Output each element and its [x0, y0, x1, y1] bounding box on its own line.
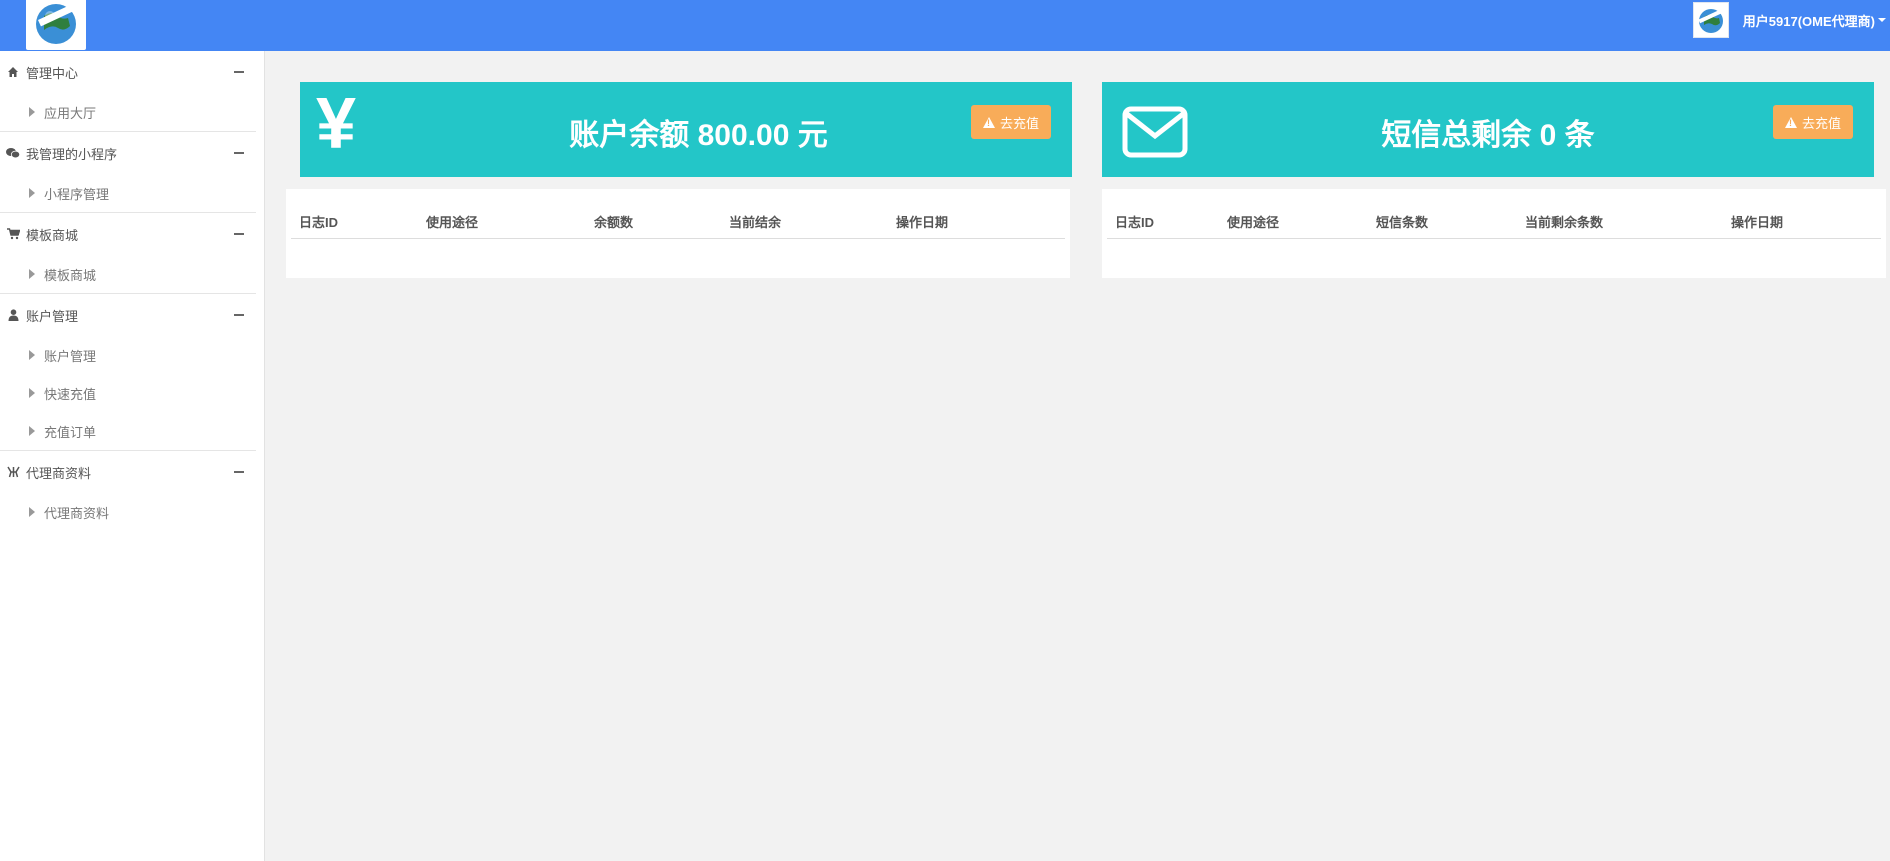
- sidebar-item-agent-profile[interactable]: 代理商资料: [0, 493, 256, 531]
- sidebar-group-template-store: 模板商城 模板商城: [0, 213, 256, 294]
- caret-right-icon: [29, 188, 35, 198]
- wechat-icon: [6, 146, 20, 160]
- column-header[interactable]: 使用途径: [1227, 212, 1376, 231]
- sidebar-group-miniprogram: 我管理的小程序 小程序管理: [0, 132, 256, 213]
- recharge-button-label: 去充值: [999, 115, 1039, 131]
- balance-log-table: 日志ID 使用途径 余额数 当前结余 操作日期: [286, 189, 1070, 278]
- user-icon: [6, 308, 20, 322]
- home-icon: [6, 65, 20, 79]
- sidebar-group-account: 账户管理 账户管理 快速充值 充值订单: [0, 294, 256, 451]
- cart-icon: [6, 227, 20, 241]
- sidebar-group-admin: 管理中心 应用大厅: [0, 51, 256, 132]
- globe-logo-icon: [36, 4, 76, 44]
- caret-right-icon: [29, 388, 35, 398]
- caret-right-icon: [29, 350, 35, 360]
- sidebar-group-header-account[interactable]: 账户管理: [0, 294, 256, 336]
- column-header[interactable]: 操作日期: [1731, 212, 1871, 231]
- avatar: [1692, 2, 1729, 38]
- column-header[interactable]: 余额数: [594, 212, 729, 231]
- collapse-icon[interactable]: [234, 471, 244, 473]
- user-menu[interactable]: 用户5917(OME代理商): [1692, 2, 1886, 38]
- table-header: 日志ID 使用途径 短信条数 当前剩余条数 操作日期: [1107, 205, 1881, 239]
- globe-avatar-icon: [1698, 8, 1724, 33]
- balance-recharge-button[interactable]: 去充值: [970, 105, 1051, 139]
- recharge-button-label: 去充值: [1801, 115, 1841, 131]
- caret-right-icon: [29, 269, 35, 279]
- sidebar-item-recharge-orders[interactable]: 充值订单: [0, 412, 256, 450]
- collapse-icon[interactable]: [234, 233, 244, 235]
- sidebar-item-quick-recharge[interactable]: 快速充值: [0, 374, 256, 412]
- warning-icon: [982, 116, 995, 128]
- sidebar-group-label: 代理商资料: [26, 465, 92, 481]
- sidebar-group-header-admin[interactable]: 管理中心: [0, 51, 256, 93]
- column-header[interactable]: 使用途径: [426, 212, 594, 231]
- logo[interactable]: [26, 0, 86, 50]
- sidebar-group-label: 我管理的小程序: [26, 146, 118, 162]
- caret-right-icon: [29, 426, 35, 436]
- agent-icon: [6, 465, 20, 479]
- sms-log-table: 日志ID 使用途径 短信条数 当前剩余条数 操作日期: [1102, 189, 1886, 278]
- user-name: 用户5917(OME代理商): [1742, 13, 1875, 29]
- sidebar-group-header-template-store[interactable]: 模板商城: [0, 213, 256, 255]
- column-header[interactable]: 当前剩余条数: [1525, 212, 1731, 231]
- collapse-icon[interactable]: [234, 71, 244, 73]
- table-header: 日志ID 使用途径 余额数 当前结余 操作日期: [291, 205, 1065, 239]
- top-navbar: 用户5917(OME代理商): [0, 0, 1890, 51]
- sidebar-item-label: 账户管理: [44, 348, 97, 364]
- column-header[interactable]: 日志ID: [1107, 212, 1227, 231]
- collapse-icon[interactable]: [234, 152, 244, 154]
- sidebar-item-label: 充值订单: [44, 424, 97, 440]
- sidebar-item-miniprogram-manage[interactable]: 小程序管理: [0, 174, 256, 212]
- sms-recharge-button[interactable]: 去充值: [1772, 105, 1853, 139]
- sidebar-item-label: 代理商资料: [44, 505, 110, 521]
- sidebar-group-header-agent[interactable]: 代理商资料: [0, 451, 256, 493]
- sidebar-group-header-miniprogram[interactable]: 我管理的小程序: [0, 132, 256, 174]
- column-header[interactable]: 操作日期: [896, 212, 1046, 231]
- sidebar-item-label: 快速充值: [44, 386, 97, 402]
- column-header[interactable]: 当前结余: [729, 212, 896, 231]
- sidebar-group-label: 管理中心: [26, 65, 79, 81]
- balance-card: ¥ 账户余额 800.00 元 去充值: [300, 82, 1072, 177]
- caret-right-icon: [29, 107, 35, 117]
- column-header[interactable]: 日志ID: [291, 212, 426, 231]
- sms-card: 短信总剩余 0 条 去充值: [1102, 82, 1874, 177]
- balance-title: 账户余额 800.00 元: [569, 119, 828, 152]
- caret-right-icon: [29, 507, 35, 517]
- sidebar-item-account-manage[interactable]: 账户管理: [0, 336, 256, 374]
- warning-icon: [1784, 116, 1797, 128]
- sidebar-item-template-store[interactable]: 模板商城: [0, 255, 256, 293]
- column-header[interactable]: 短信条数: [1376, 212, 1525, 231]
- collapse-icon[interactable]: [234, 314, 244, 316]
- sidebar-group-label: 模板商城: [26, 227, 79, 243]
- sidebar-group-label: 账户管理: [26, 308, 79, 324]
- sidebar-item-label: 应用大厅: [44, 105, 97, 121]
- sidebar-item-label: 小程序管理: [44, 186, 110, 202]
- sidebar-item-label: 模板商城: [44, 267, 97, 283]
- sidebar-item-app-hall[interactable]: 应用大厅: [0, 93, 256, 131]
- sidebar-group-agent: 代理商资料 代理商资料: [0, 451, 256, 531]
- chevron-down-icon: [1878, 18, 1886, 22]
- sms-title: 短信总剩余 0 条: [1381, 119, 1595, 152]
- sidebar: 管理中心 应用大厅 我管理的小程序 小程序管理 模板商城 模板商城 账户管理 账…: [0, 51, 265, 861]
